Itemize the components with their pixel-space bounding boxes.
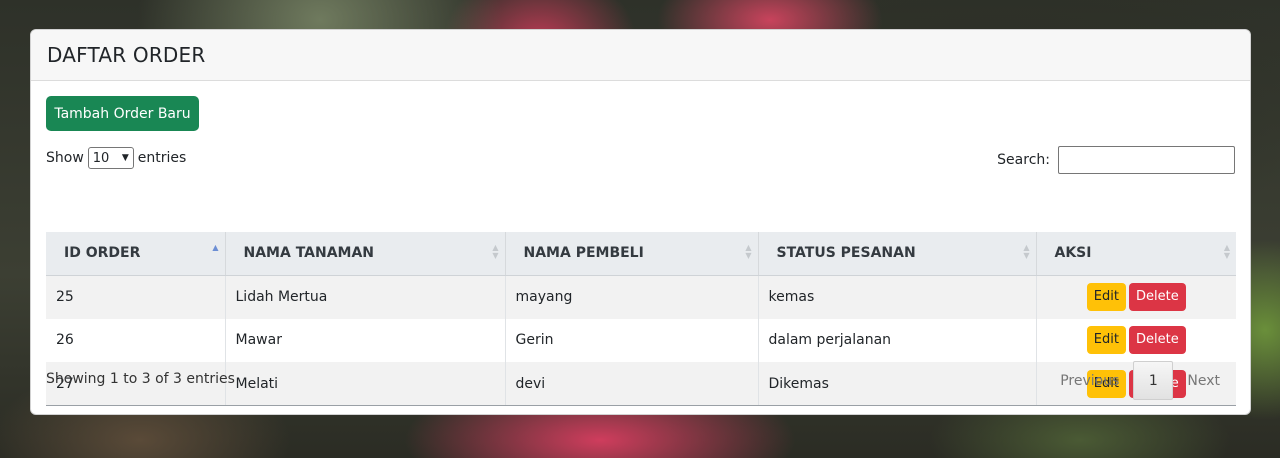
cell-status-pesanan: dalam perjalanan: [758, 318, 1037, 363]
edit-button[interactable]: Edit: [1086, 326, 1126, 355]
column-header-aksi[interactable]: AKSI ▲ ▼: [1036, 232, 1236, 276]
column-header-label: ID ORDER: [64, 245, 141, 262]
table-info-text: Showing 1 to 3 of 3 entries: [46, 371, 235, 387]
sort-arrows-icon: ▲ ▼: [1023, 243, 1030, 260]
cell-id-order: 26: [46, 318, 226, 363]
column-header-nama-tanaman[interactable]: NAMA TANAMAN ▲ ▼: [225, 232, 506, 276]
sort-arrows-icon: ▲ ▼: [745, 243, 752, 260]
column-header-label: NAMA TANAMAN: [243, 245, 375, 262]
pagination-next[interactable]: Next: [1173, 373, 1234, 389]
table-row: 25 Lidah Mertua mayang kemas Edit Delete: [46, 275, 1236, 319]
pagination-previous[interactable]: Previous: [1046, 373, 1133, 389]
delete-button[interactable]: Delete: [1128, 326, 1186, 355]
delete-button[interactable]: Delete: [1128, 283, 1186, 312]
card-body: Tambah Order Baru Show 10 ▼ entries Sear…: [31, 81, 1250, 414]
edit-button[interactable]: Edit: [1086, 283, 1126, 312]
length-prefix-label: Show: [46, 150, 84, 166]
cell-nama-tanaman: Mawar: [225, 318, 506, 363]
sort-arrows-icon: ▲ ▼: [1223, 243, 1230, 260]
cell-nama-tanaman: Melati: [225, 362, 506, 407]
add-order-button[interactable]: Tambah Order Baru: [46, 96, 199, 131]
card-header: DAFTAR ORDER: [31, 30, 1250, 81]
entries-length-select[interactable]: 10 ▼: [87, 147, 134, 169]
length-suffix-label: entries: [137, 150, 187, 166]
cell-aksi: EditDelete: [1036, 318, 1236, 363]
search-label: Search:: [997, 152, 1050, 168]
search-control: Search:: [997, 146, 1235, 174]
cell-status-pesanan: kemas: [758, 275, 1037, 319]
cell-status-pesanan: Dikemas: [758, 362, 1037, 407]
table-row: 26 Mawar Gerin dalam perjalanan Edit Dele…: [46, 318, 1236, 363]
cell-nama-pembeli: mayang: [505, 275, 759, 319]
cell-nama-pembeli: devi: [505, 362, 759, 407]
sort-arrows-icon: ▲ ▼: [492, 243, 499, 260]
entries-length-control: Show 10 ▼ entries: [46, 147, 186, 169]
column-header-label: STATUS PESANAN: [776, 245, 916, 262]
column-header-id-order[interactable]: ID ORDER ▲: [46, 232, 226, 276]
cell-nama-pembeli: Gerin: [505, 318, 759, 363]
cell-id-order: 25: [46, 275, 226, 319]
column-header-label: AKSI: [1054, 245, 1092, 262]
pagination-page-1[interactable]: 1: [1133, 361, 1174, 400]
order-card: DAFTAR ORDER Tambah Order Baru Show 10 ▼…: [30, 29, 1251, 415]
column-header-label: NAMA PEMBELI: [523, 245, 644, 262]
length-select-value: 10: [92, 150, 110, 166]
page-title: DAFTAR ORDER: [47, 43, 206, 67]
cell-aksi: EditDelete: [1036, 275, 1236, 319]
table-header-row: ID ORDER ▲ NAMA TANAMAN ▲ ▼ NAMA PEMBELI …: [46, 232, 1236, 276]
search-input[interactable]: [1058, 146, 1235, 174]
pagination: Previous 1 Next: [1046, 361, 1234, 400]
chevron-down-icon: ▼: [121, 153, 129, 163]
sort-arrows-icon: ▲: [212, 243, 219, 252]
column-header-status-pesanan[interactable]: STATUS PESANAN ▲ ▼: [758, 232, 1037, 276]
column-header-nama-pembeli[interactable]: NAMA PEMBELI ▲ ▼: [505, 232, 759, 276]
cell-nama-tanaman: Lidah Mertua: [225, 275, 506, 319]
